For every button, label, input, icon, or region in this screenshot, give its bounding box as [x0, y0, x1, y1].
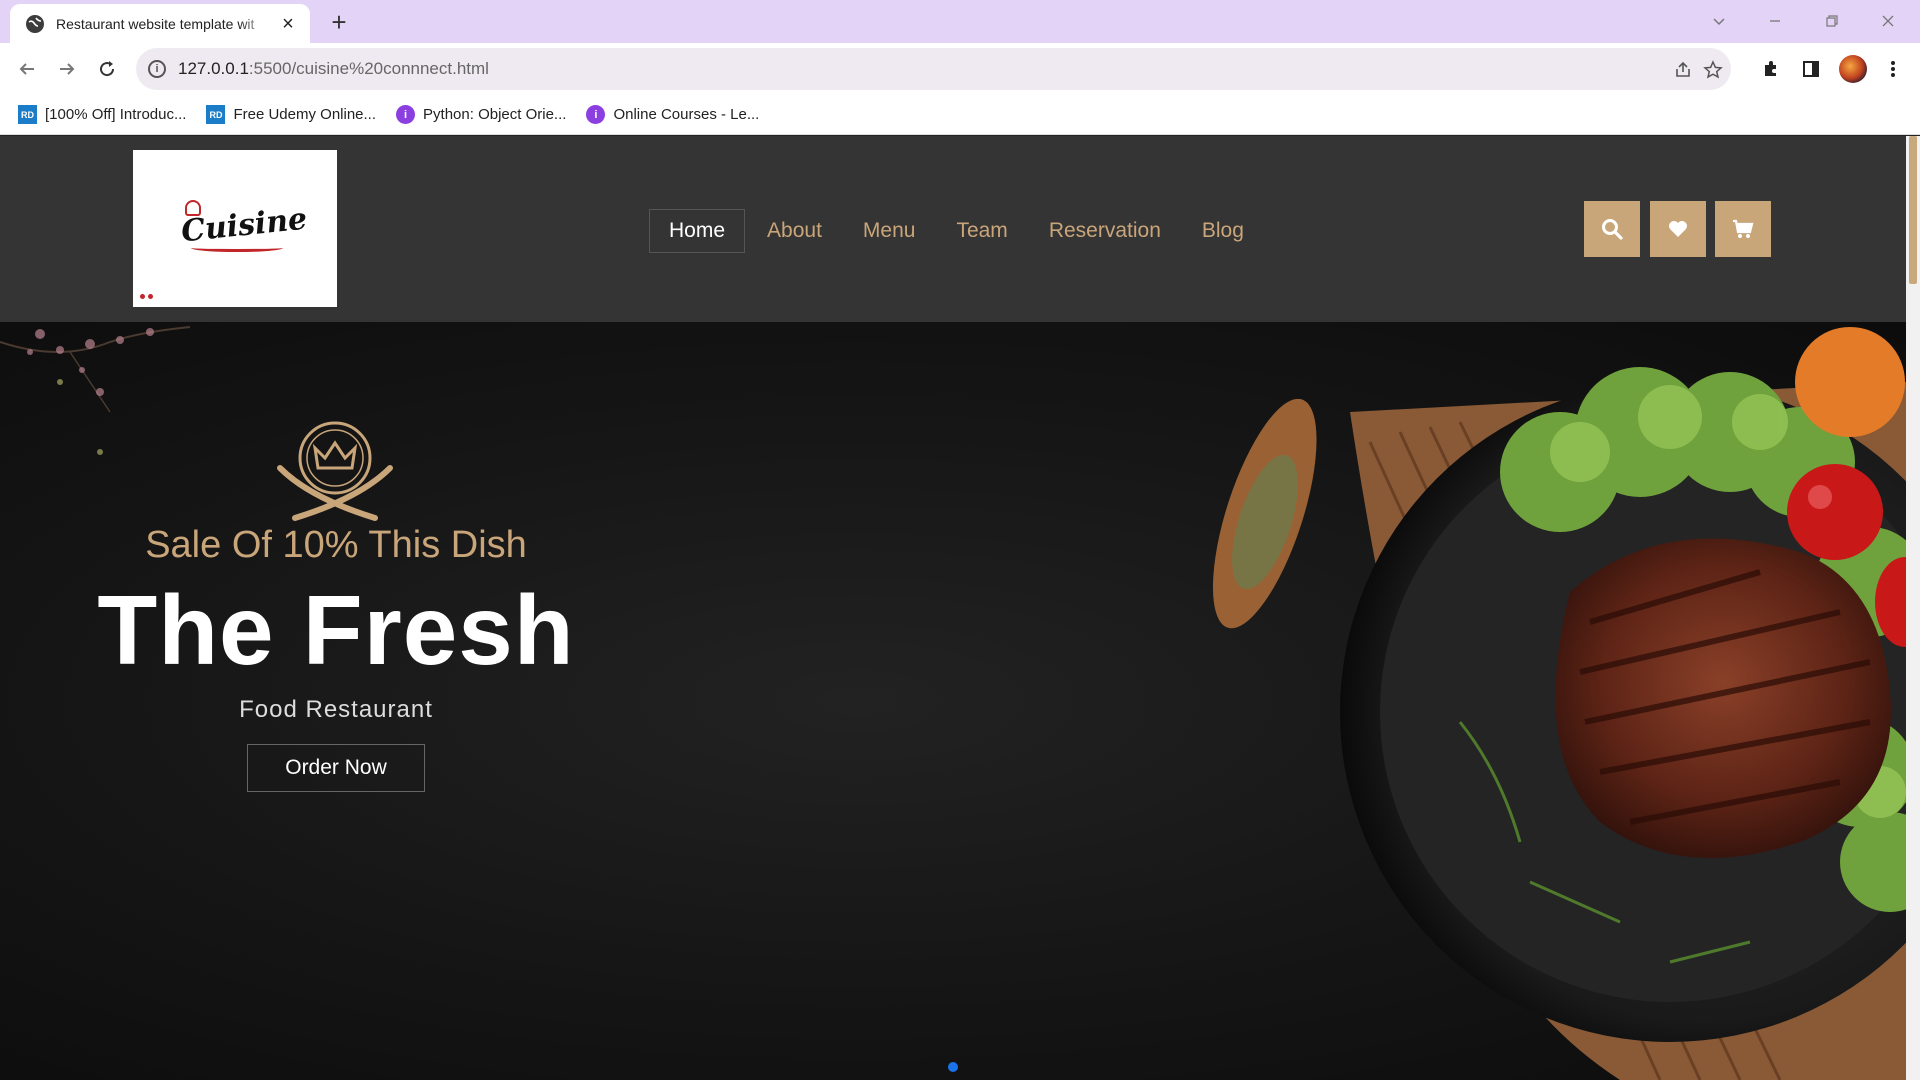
- url-host: 127.0.0.1: [178, 59, 249, 78]
- logo-swoosh: [191, 244, 283, 252]
- forward-icon[interactable]: [51, 53, 83, 85]
- nav-blog[interactable]: Blog: [1183, 210, 1263, 252]
- tab-close-icon[interactable]: ×: [278, 14, 298, 34]
- url-text: 127.0.0.1:5500/cuisine%20connnect.html: [178, 59, 489, 79]
- blossom-decoration: [0, 326, 191, 455]
- logo-dots: [140, 294, 153, 299]
- nav-home[interactable]: Home: [649, 209, 746, 253]
- chef-crown-emblem-icon: [277, 421, 393, 521]
- tab-search-icon[interactable]: [1697, 6, 1741, 36]
- web-page: Cuisine Home About Menu Team Reservation…: [0, 136, 1906, 1080]
- nav-team[interactable]: Team: [937, 210, 1026, 252]
- nav-about[interactable]: About: [748, 210, 841, 252]
- bookmarks-bar: RD [100% Off] Introduc... RD Free Udemy …: [0, 95, 1920, 135]
- back-icon[interactable]: [11, 53, 43, 85]
- site-info-icon[interactable]: i: [148, 60, 166, 78]
- browser-toolbar: i 127.0.0.1:5500/cuisine%20connnect.html: [0, 43, 1920, 95]
- bookmark-item[interactable]: RD [100% Off] Introduc...: [18, 105, 186, 124]
- main-nav: Home About Menu Team Reservation Blog: [649, 209, 1266, 253]
- side-panel-icon[interactable]: [1798, 56, 1824, 82]
- bookmark-label: Online Courses - Le...: [613, 106, 760, 123]
- site-logo[interactable]: Cuisine: [133, 150, 337, 307]
- scrollbar-thumb[interactable]: [1909, 136, 1917, 284]
- restore-icon[interactable]: [1810, 6, 1854, 36]
- hero-tagline: Food Restaurant: [239, 696, 433, 723]
- hero-subtitle: Sale Of 10% This Dish: [145, 524, 527, 566]
- site-header: Cuisine Home About Menu Team Reservation…: [0, 136, 1906, 322]
- search-button[interactable]: [1584, 201, 1640, 257]
- new-tab-button[interactable]: +: [325, 8, 353, 36]
- slider-dot[interactable]: [948, 1062, 958, 1072]
- wishlist-button[interactable]: [1650, 201, 1706, 257]
- cart-icon: [1733, 219, 1754, 238]
- steak-plate-image: [1212, 327, 1906, 1080]
- nav-menu[interactable]: Menu: [844, 210, 935, 252]
- url-path: :5500/cuisine%20connnect.html: [248, 59, 489, 78]
- profile-avatar[interactable]: [1839, 55, 1867, 83]
- bookmark-label: Python: Object Orie...: [423, 106, 567, 123]
- browser-tab[interactable]: Restaurant website template wit ×: [10, 4, 310, 43]
- globe-icon: [26, 14, 44, 33]
- search-icon: [1602, 219, 1623, 240]
- minimize-icon[interactable]: [1753, 6, 1797, 36]
- browser-tabstrip: Restaurant website template wit × +: [0, 0, 1920, 43]
- bookmark-item[interactable]: i Online Courses - Le...: [586, 105, 759, 124]
- extensions-icon[interactable]: [1758, 56, 1784, 82]
- order-now-button[interactable]: Order Now: [247, 744, 425, 792]
- close-window-icon[interactable]: [1866, 6, 1910, 36]
- hero-title: The Fresh: [97, 575, 575, 685]
- tab-title: Restaurant website template wit: [56, 15, 255, 32]
- bookmark-label: Free Udemy Online...: [233, 106, 377, 123]
- course-icon: i: [586, 105, 606, 124]
- share-icon[interactable]: [1671, 58, 1695, 82]
- page-scrollbar[interactable]: [1906, 136, 1920, 1080]
- nav-reservation[interactable]: Reservation: [1030, 210, 1180, 252]
- cart-button[interactable]: [1715, 201, 1771, 257]
- heart-icon: [1669, 221, 1687, 237]
- bookmark-star-icon[interactable]: [1701, 58, 1725, 82]
- reload-icon[interactable]: [91, 53, 123, 85]
- rd-icon: RD: [206, 105, 226, 124]
- hero-banner: Sale Of 10% This Dish The Fresh Food Res…: [0, 322, 1906, 1080]
- menu-kebab-icon[interactable]: [1880, 56, 1906, 82]
- bookmark-item[interactable]: RD Free Udemy Online...: [206, 105, 376, 124]
- bookmark-label: [100% Off] Introduc...: [45, 106, 187, 123]
- bookmark-item[interactable]: i Python: Object Orie...: [396, 105, 566, 124]
- address-bar[interactable]: i 127.0.0.1:5500/cuisine%20connnect.html: [136, 48, 1731, 90]
- rd-icon: RD: [18, 105, 37, 124]
- course-icon: i: [396, 105, 416, 124]
